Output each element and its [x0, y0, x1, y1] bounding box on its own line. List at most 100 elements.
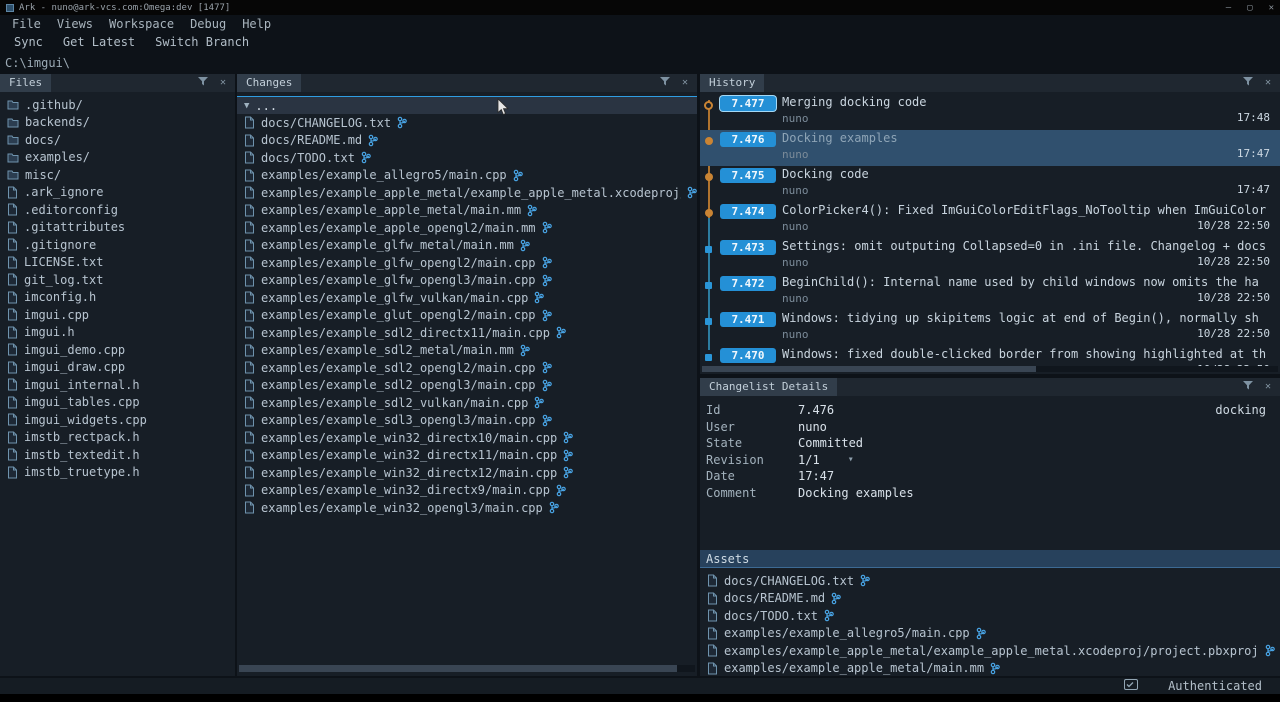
history-commit-row[interactable]: 7.477 Merging docking code nuno 17:48 [700, 94, 1280, 130]
scrollbar-thumb[interactable] [702, 366, 1036, 372]
menu-item[interactable]: Workspace [101, 17, 182, 31]
changed-file-row[interactable]: examples/example_sdl2_opengl3/main.cpp [237, 377, 697, 395]
revision-dropdown[interactable]: 1/1 ▾ [798, 453, 854, 467]
file-tree-item[interactable]: LICENSE.txt [0, 254, 235, 272]
changes-root-label: ... [255, 99, 277, 113]
file-tree-item[interactable]: imgui_internal.h [0, 376, 235, 394]
field-label: User [706, 420, 798, 434]
file-tree-item[interactable]: .github/ [0, 96, 235, 114]
changed-file-row[interactable]: docs/TODO.txt [237, 149, 697, 167]
asset-row[interactable]: examples/example_allegro5/main.cpp [700, 625, 1280, 643]
file-icon [7, 361, 18, 374]
field-label: State [706, 436, 798, 450]
changed-file-row[interactable]: examples/example_sdl2_vulkan/main.cpp [237, 394, 697, 412]
history-commit-row[interactable]: 7.470 Windows: fixed double-clicked bord… [700, 346, 1280, 366]
changed-file-row[interactable]: examples/example_sdl2_metal/main.mm [237, 342, 697, 360]
status-bar: Authenticated [0, 678, 1280, 694]
changed-file-row[interactable]: examples/example_sdl3_opengl3/main.cpp [237, 412, 697, 430]
close-panel-icon[interactable]: ✕ [1262, 77, 1274, 89]
filter-icon[interactable] [659, 77, 671, 90]
changed-file-row[interactable]: examples/example_allegro5/main.cpp [237, 167, 697, 185]
history-commit-row[interactable]: 7.475 Docking code nuno 17:47 [700, 166, 1280, 202]
collapse-arrow-icon[interactable]: ▼ [244, 101, 249, 111]
changed-file-row[interactable]: examples/example_apple_metal/example_app… [237, 184, 697, 202]
field-label: Date [706, 469, 798, 483]
close-panel-icon[interactable]: ✕ [679, 77, 691, 89]
asset-row[interactable]: examples/example_apple_metal/example_app… [700, 642, 1280, 660]
changed-file-row[interactable]: examples/example_apple_metal/main.mm [237, 202, 697, 220]
changed-file-name: docs/TODO.txt [261, 151, 355, 165]
file-tree-item[interactable]: .gitattributes [0, 219, 235, 237]
file-tree-item[interactable]: imgui.cpp [0, 306, 235, 324]
scrollbar-thumb[interactable] [239, 665, 677, 672]
changed-file-row[interactable]: examples/example_glut_opengl2/main.cpp [237, 307, 697, 325]
close-panel-icon[interactable]: ✕ [217, 77, 229, 89]
changes-panel-title: Changes [237, 74, 301, 92]
asset-row[interactable]: examples/example_apple_metal/main.mm [700, 660, 1280, 677]
asset-file-name: examples/example_apple_metal/main.mm [724, 661, 984, 675]
changed-file-row[interactable]: docs/CHANGELOG.txt [237, 114, 697, 132]
filter-icon[interactable] [197, 77, 209, 90]
close-panel-icon[interactable]: ✕ [1262, 381, 1274, 393]
menu-item[interactable]: Debug [182, 17, 234, 31]
history-commit-row[interactable]: 7.473 Settings: omit outputing Collapsed… [700, 238, 1280, 274]
changed-file-row[interactable]: examples/example_win32_directx12/main.cp… [237, 464, 697, 482]
changed-file-row[interactable]: examples/example_sdl2_opengl2/main.cpp [237, 359, 697, 377]
menu-bar: FileViewsWorkspaceDebugHelp [0, 15, 1280, 32]
file-tree-item[interactable]: git_log.txt [0, 271, 235, 289]
commit-marker-icon [705, 137, 713, 145]
file-tree-item[interactable]: imgui_demo.cpp [0, 341, 235, 359]
changed-file-row[interactable]: examples/example_glfw_metal/main.mm [237, 237, 697, 255]
changed-file-row[interactable]: examples/example_sdl2_directx11/main.cpp [237, 324, 697, 342]
branch-status-icon [687, 186, 697, 199]
close-button[interactable]: ✕ [1269, 3, 1274, 13]
history-commit-row[interactable]: 7.474 ColorPicker4(): Fixed ImGuiColorEd… [700, 202, 1280, 238]
changed-file-row[interactable]: examples/example_win32_opengl3/main.cpp [237, 499, 697, 517]
file-tree-item[interactable]: imgui_draw.cpp [0, 359, 235, 377]
changed-file-row[interactable]: examples/example_win32_directx9/main.cpp [237, 482, 697, 500]
menu-item[interactable]: Views [49, 17, 101, 31]
changed-file-row[interactable]: examples/example_glfw_opengl2/main.cpp [237, 254, 697, 272]
maximize-button[interactable]: ▢ [1247, 3, 1252, 13]
file-tree-item[interactable]: examples/ [0, 149, 235, 167]
minimize-button[interactable]: – [1226, 3, 1231, 13]
file-tree-item[interactable]: .ark_ignore [0, 184, 235, 202]
changed-file-row[interactable]: examples/example_win32_directx10/main.cp… [237, 429, 697, 447]
asset-row[interactable]: docs/CHANGELOG.txt [700, 572, 1280, 590]
file-tree-item[interactable]: backends/ [0, 114, 235, 132]
filter-icon[interactable] [1242, 77, 1254, 90]
file-tree: .github/ backends/ docs/ [0, 96, 235, 676]
file-tree-item[interactable]: imgui_tables.cpp [0, 394, 235, 412]
file-tree-item[interactable]: imstb_truetype.h [0, 464, 235, 482]
history-commit-row[interactable]: 7.471 Windows: tidying up skipitems logi… [700, 310, 1280, 346]
file-tree-item[interactable]: .editorconfig [0, 201, 235, 219]
changed-file-row[interactable]: docs/README.md [237, 132, 697, 150]
changed-file-row[interactable]: examples/example_win32_directx11/main.cp… [237, 447, 697, 465]
file-tree-item[interactable]: imgui.h [0, 324, 235, 342]
changed-file-row[interactable]: examples/example_apple_opengl2/main.mm [237, 219, 697, 237]
toolbar-button[interactable]: Get Latest [53, 35, 145, 49]
asset-row[interactable]: docs/README.md [700, 590, 1280, 608]
branch-status-icon [397, 116, 407, 129]
changed-file-name: examples/example_win32_opengl3/main.cpp [261, 501, 543, 515]
history-commit-row[interactable]: 7.472 BeginChild(): Internal name used b… [700, 274, 1280, 310]
changed-file-row[interactable]: examples/example_glfw_opengl3/main.cpp [237, 272, 697, 290]
history-commit-row[interactable]: 7.476 Docking examples nuno 17:47 [700, 130, 1280, 166]
toolbar-button[interactable]: Sync [4, 35, 53, 49]
changes-root-row[interactable]: ▼ ... [237, 96, 697, 114]
menu-item[interactable]: Help [234, 17, 279, 31]
file-tree-item[interactable]: imstb_rectpack.h [0, 429, 235, 447]
filter-icon[interactable] [1242, 381, 1254, 394]
file-tree-item[interactable]: misc/ [0, 166, 235, 184]
file-tree-item[interactable]: .gitignore [0, 236, 235, 254]
toolbar-button[interactable]: Switch Branch [145, 35, 259, 49]
file-tree-item[interactable]: imstb_textedit.h [0, 446, 235, 464]
menu-item[interactable]: File [4, 17, 49, 31]
file-tree-item[interactable]: docs/ [0, 131, 235, 149]
changed-file-row[interactable]: examples/example_glfw_vulkan/main.cpp [237, 289, 697, 307]
file-name: imgui.h [24, 325, 75, 339]
file-icon [7, 396, 18, 409]
file-tree-item[interactable]: imconfig.h [0, 289, 235, 307]
asset-row[interactable]: docs/TODO.txt [700, 607, 1280, 625]
file-tree-item[interactable]: imgui_widgets.cpp [0, 411, 235, 429]
